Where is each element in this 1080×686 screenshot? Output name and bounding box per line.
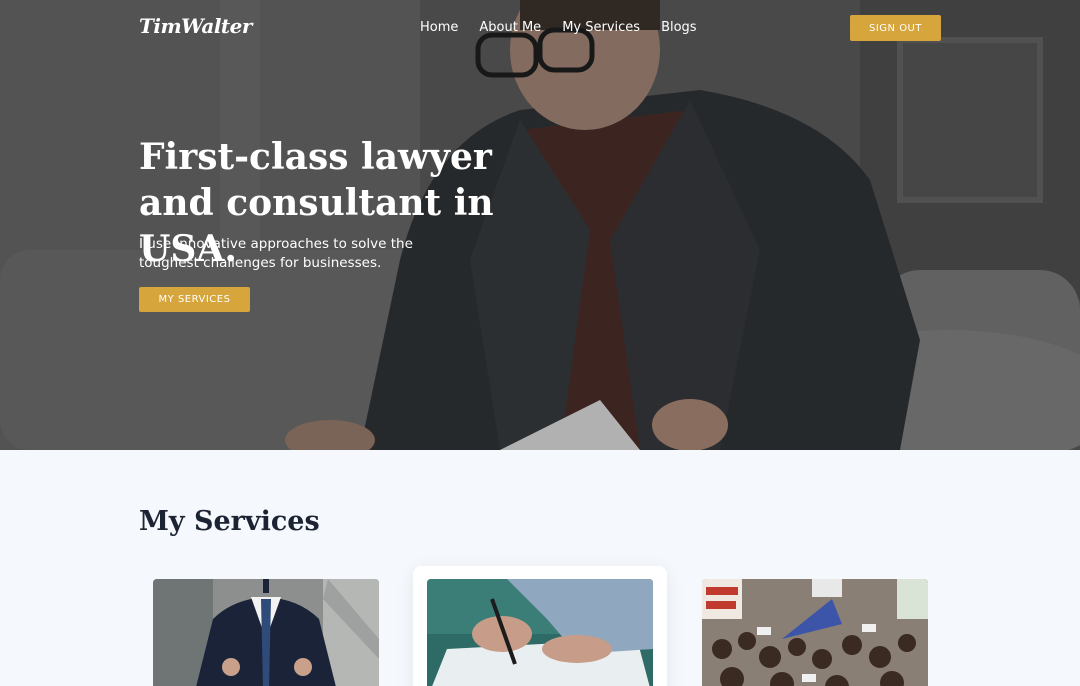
my-services-button[interactable]: MY SERVICES	[139, 287, 250, 312]
service-card-1[interactable]	[139, 566, 393, 686]
protest-crowd-photo	[702, 579, 928, 686]
service-card-2[interactable]	[413, 566, 667, 686]
nav-about-link[interactable]: About Me	[479, 20, 541, 35]
hero-subtitle: I use innovative approaches to solve the…	[139, 236, 413, 271]
signing-document-photo	[427, 579, 653, 686]
nav-blogs-link[interactable]: Blogs	[661, 20, 697, 35]
main-menu: Home About Me My Services Blogs	[420, 20, 697, 35]
businessman-suit-photo	[153, 579, 379, 686]
sign-out-button[interactable]: SIGN OUT	[850, 15, 941, 41]
nav-services-link[interactable]: My Services	[562, 20, 640, 35]
site-logo[interactable]: TimWalter	[139, 14, 252, 38]
hero-section: TimWalter Home About Me My Services Blog…	[0, 0, 1080, 450]
nav-home-link[interactable]: Home	[420, 20, 458, 35]
service-card-3[interactable]	[688, 566, 942, 686]
services-title: My Services	[139, 506, 320, 537]
top-navigation: TimWalter Home About Me My Services Blog…	[0, 0, 1080, 56]
